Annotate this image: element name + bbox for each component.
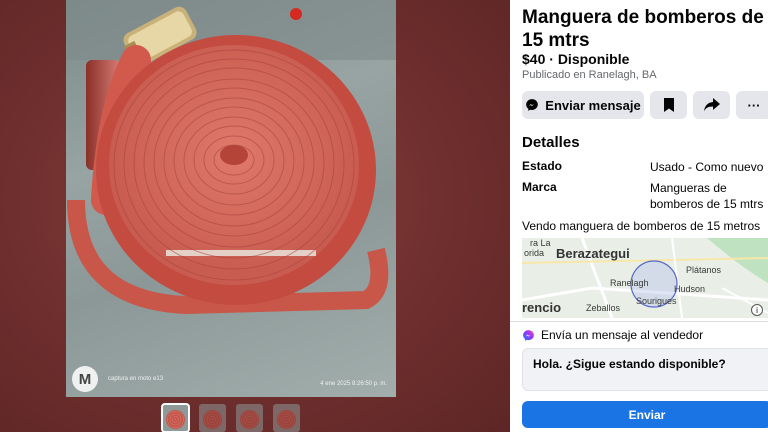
motorola-logo-icon: M	[72, 366, 98, 392]
save-button[interactable]	[650, 91, 687, 119]
message-seller-label: Envía un mensaje al vendedor	[541, 328, 704, 342]
map-label-sourigues: Sourigues	[636, 296, 677, 306]
bookmark-icon	[663, 98, 674, 112]
share-button[interactable]	[693, 91, 730, 119]
send-button[interactable]: Enviar	[522, 401, 768, 428]
listing-photo[interactable]: M captura en moto e13 4 ene 2025 8:26:50…	[66, 0, 396, 397]
thumbnail-strip	[161, 403, 300, 432]
fire-hose-image	[66, 0, 396, 315]
condition-label: Estado	[522, 159, 563, 173]
price-separator: ·	[545, 51, 558, 67]
share-icon	[703, 98, 720, 112]
section-divider	[510, 321, 768, 322]
messenger-icon	[526, 99, 539, 111]
thumbnail-4[interactable]	[273, 404, 300, 432]
message-seller-row: Envía un mensaje al vendedor	[522, 328, 703, 342]
listing-location: Publicado en Ranelagh, BA	[522, 69, 657, 81]
map-label-orida: orida	[524, 248, 545, 258]
thumbnail-1[interactable]	[161, 403, 190, 432]
action-buttons: Enviar mensaje ···	[522, 91, 768, 119]
thumbnail-3[interactable]	[236, 404, 263, 432]
map-label-hudson: Hudson	[674, 284, 706, 294]
send-message-label: Enviar mensaje	[545, 97, 641, 113]
listing-price: $40	[522, 51, 546, 67]
map-info-icon[interactable]: i	[751, 304, 763, 316]
listing-description: Vendo manguera de bomberos de 15 metros	[522, 219, 761, 233]
photo-caption: captura en moto e13	[108, 376, 164, 382]
availability-status: Disponible	[557, 51, 630, 67]
details-heading: Detalles	[522, 134, 580, 151]
condition-value: Usado - Como nuevo	[650, 160, 764, 174]
photo-timestamp: 4 ene 2025 8:26:50 p. m.	[320, 381, 387, 387]
map-label-platanos: Plátanos	[686, 265, 722, 275]
thumbnail-2[interactable]	[199, 404, 226, 432]
map-label-rencio: rencio	[522, 300, 562, 315]
more-icon: ···	[747, 97, 761, 113]
listing-details-panel: Manguera de bomberos de 15 mtrs $40 · Di…	[510, 0, 768, 432]
brand-value: Mangueras de bomberos de 15 mtrs	[650, 181, 764, 211]
location-map[interactable]: ra La orida Berazategui Ranelagh Plátano…	[522, 238, 768, 318]
more-options-button[interactable]: ···	[736, 91, 768, 119]
price-status-row: $40 · Disponible	[522, 51, 629, 67]
map-label-zeballos: Zeballos	[586, 303, 621, 313]
brand-label: Marca	[522, 180, 557, 194]
send-message-button[interactable]: Enviar mensaje	[522, 91, 644, 119]
messenger-icon	[523, 329, 534, 341]
map-label-ranelagh: Ranelagh	[610, 278, 649, 288]
map-label-la: ra La	[530, 238, 551, 248]
message-input[interactable]: Hola. ¿Sigue estando disponible?	[522, 348, 768, 391]
map-label-berazategui: Berazategui	[556, 246, 630, 261]
listing-title: Manguera de bomberos de 15 mtrs	[522, 7, 764, 51]
